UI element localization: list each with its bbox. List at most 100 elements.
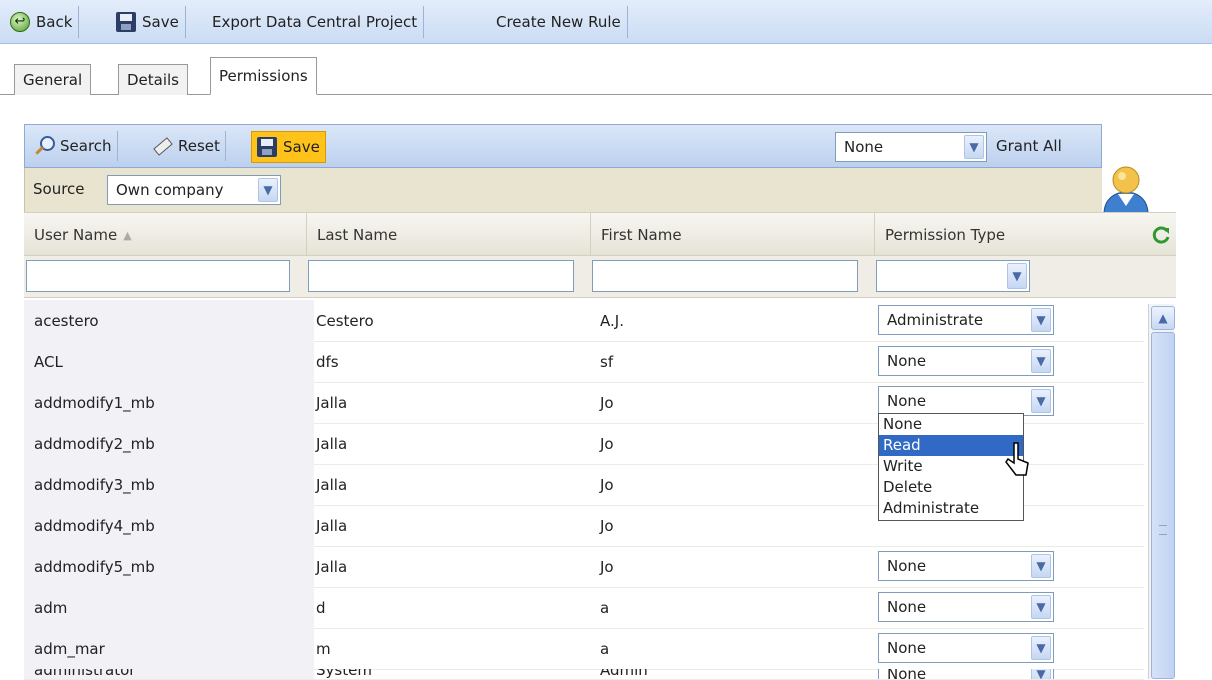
- search-icon: [34, 136, 55, 156]
- grip-icon: [1159, 525, 1167, 535]
- last-name-cell: Jalla: [316, 475, 348, 494]
- user-name-cell: addmodify4_mb: [24, 505, 314, 546]
- column-header-last-name-label: Last Name: [317, 226, 398, 244]
- search-button-label: Search: [60, 137, 112, 155]
- last-name-cell: Jalla: [316, 393, 348, 412]
- table-row[interactable]: ACL dfs sf None ▼: [24, 341, 1144, 383]
- table-row[interactable]: administrator System Admin None ▼: [24, 669, 1144, 680]
- chevron-down-icon: ▼: [1031, 554, 1051, 578]
- dropdown-option-none[interactable]: None: [879, 414, 1023, 435]
- first-name-cell: A.J.: [600, 311, 624, 330]
- dropdown-option-write[interactable]: Write: [879, 456, 1023, 477]
- chevron-down-icon: ▼: [964, 135, 984, 159]
- source-label: Source: [33, 180, 85, 198]
- user-name-cell: ACL: [24, 341, 314, 382]
- user-name-filter-input[interactable]: [26, 260, 290, 292]
- dropdown-option-delete[interactable]: Delete: [879, 477, 1023, 498]
- chevron-down-icon: ▼: [258, 178, 278, 202]
- tab-details[interactable]: Details: [118, 64, 189, 95]
- user-icon: [1103, 166, 1149, 215]
- tab-permissions[interactable]: Permissions: [210, 57, 317, 95]
- table-row[interactable]: acestero Cestero A.J. Administrate ▼: [24, 300, 1144, 342]
- user-name-cell: administrator: [24, 669, 314, 679]
- grant-permission-value: None: [844, 138, 884, 156]
- permission-value: None: [887, 598, 927, 616]
- permission-value: None: [887, 352, 927, 370]
- dropdown-option-read[interactable]: Read: [879, 435, 1023, 456]
- permission-type-filter-select[interactable]: ▼: [876, 260, 1030, 292]
- grant-all-button[interactable]: Grant All: [991, 131, 1067, 161]
- export-button-label: Export Data Central Project: [212, 13, 418, 31]
- back-button[interactable]: ↩ Back: [4, 6, 80, 38]
- first-name-filter-input[interactable]: [592, 260, 858, 292]
- permission-dropdown-list: None Read Write Delete Administrate: [878, 413, 1024, 521]
- scroll-thumb[interactable]: [1151, 332, 1175, 679]
- permission-select[interactable]: None ▼: [878, 633, 1054, 663]
- save-button-label: Save: [142, 13, 179, 31]
- permissions-save-button[interactable]: Save: [251, 131, 326, 163]
- vertical-scrollbar[interactable]: ▲: [1148, 304, 1175, 679]
- first-name-cell: Jo: [600, 434, 614, 453]
- search-button[interactable]: Search: [29, 131, 118, 161]
- dropdown-option-administrate[interactable]: Administrate: [879, 498, 1023, 519]
- first-name-cell: a: [600, 639, 610, 658]
- table-row[interactable]: adm d a None ▼: [24, 587, 1144, 629]
- permission-select[interactable]: None ▼: [878, 592, 1054, 622]
- last-name-filter-input[interactable]: [308, 260, 574, 292]
- permission-select-open[interactable]: None ▼: [878, 386, 1054, 416]
- grid-filter-row: ▼: [24, 256, 1176, 298]
- tab-permissions-label: Permissions: [219, 67, 308, 85]
- refresh-icon[interactable]: [1150, 224, 1172, 246]
- create-rule-button-label: Create New Rule: [496, 13, 621, 31]
- permission-select[interactable]: None ▼: [878, 346, 1054, 376]
- permission-value: None: [887, 669, 927, 680]
- create-rule-button[interactable]: Create New Rule: [490, 6, 628, 38]
- permission-select[interactable]: None ▼: [878, 551, 1054, 581]
- user-name-cell: acestero: [24, 300, 314, 341]
- user-name-cell: addmodify2_mb: [24, 423, 314, 464]
- permission-select[interactable]: None ▼: [878, 669, 1054, 680]
- first-name-cell: Jo: [600, 516, 614, 535]
- first-name-cell: sf: [600, 352, 614, 371]
- user-name-cell: adm: [24, 587, 314, 628]
- first-name-cell: a: [600, 598, 610, 617]
- permission-value: None: [887, 639, 927, 657]
- mouse-cursor-icon: [1005, 442, 1029, 476]
- permission-value: Administrate: [887, 311, 984, 329]
- permissions-toolbar: Search Reset Save None ▼ Grant All: [24, 124, 1102, 168]
- eraser-icon: [152, 137, 172, 155]
- column-header-permission-type[interactable]: Permission Type: [874, 213, 1155, 257]
- last-name-cell: Jalla: [316, 557, 348, 576]
- source-select-value: Own company: [116, 181, 224, 199]
- user-name-cell: addmodify3_mb: [24, 464, 314, 505]
- last-name-cell: Jalla: [316, 516, 348, 535]
- column-header-first-name[interactable]: First Name: [590, 213, 883, 257]
- table-row[interactable]: addmodify5_mb Jalla Jo None ▼: [24, 546, 1144, 588]
- permission-value: None: [887, 392, 927, 410]
- column-header-last-name[interactable]: Last Name: [306, 213, 599, 257]
- source-filter-bar: Source Own company ▼: [24, 168, 1102, 212]
- back-arrow-icon: ↩: [10, 12, 30, 32]
- tab-strip: General Details Permissions: [0, 57, 1212, 95]
- export-button[interactable]: Export Data Central Project: [206, 6, 425, 38]
- scroll-up-button[interactable]: ▲: [1151, 306, 1175, 330]
- permission-select[interactable]: Administrate ▼: [878, 305, 1054, 335]
- first-name-cell: Admin: [600, 669, 648, 679]
- permissions-save-label: Save: [283, 138, 320, 156]
- grid-header: User Name ▲ Last Name First Name Permiss…: [24, 212, 1176, 257]
- grant-permission-select[interactable]: None ▼: [835, 132, 987, 162]
- source-select[interactable]: Own company ▼: [107, 175, 281, 205]
- last-name-cell: System: [316, 669, 372, 679]
- reset-button[interactable]: Reset: [147, 131, 226, 161]
- floppy-disk-icon: [116, 12, 136, 32]
- tab-details-label: Details: [127, 71, 180, 89]
- reset-button-label: Reset: [178, 137, 220, 155]
- top-toolbar: ↩ Back Save Export Data Central Project …: [0, 0, 1212, 44]
- tab-general-label: General: [23, 71, 83, 89]
- last-name-cell: Jalla: [316, 434, 348, 453]
- tab-general[interactable]: General: [14, 64, 92, 95]
- save-button[interactable]: Save: [110, 6, 186, 38]
- column-header-user-name[interactable]: User Name ▲: [24, 213, 314, 257]
- table-row[interactable]: adm_mar m a None ▼: [24, 628, 1144, 670]
- chevron-down-icon: ▼: [1007, 263, 1027, 289]
